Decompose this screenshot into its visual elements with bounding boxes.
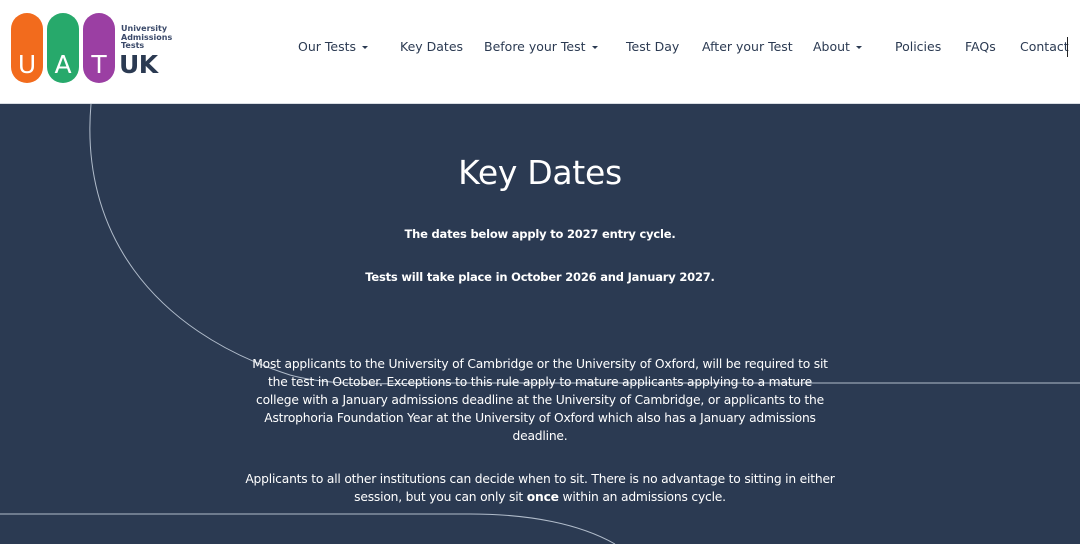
page-title: Key Dates <box>458 153 622 192</box>
text-cursor <box>1067 37 1068 57</box>
curve-arc-left <box>89 103 1080 385</box>
nav-after-your-test-label: After your Test <box>702 39 793 54</box>
paragraph-1-line: the test in October. Exceptions to this … <box>268 375 812 389</box>
paragraph-1-line: deadline. <box>512 429 568 443</box>
paragraph-2-text: within an admissions cycle. <box>558 490 727 504</box>
logo-wordmark-small: University Admissions Tests <box>121 24 172 51</box>
nav-about-label: About <box>813 39 850 54</box>
paragraph-2-line: session, but you can only sit once withi… <box>220 488 860 506</box>
nav-after-your-test[interactable]: After your Test <box>702 38 793 56</box>
paragraph-2-line: Applicants to all other institutions can… <box>245 472 835 486</box>
nav-policies-label: Policies <box>895 39 942 54</box>
paragraph-1-line: Most applicants to the University of Cam… <box>252 357 828 371</box>
nav-faqs[interactable]: FAQs <box>965 38 996 56</box>
logo-country: UK <box>119 50 158 79</box>
paragraph-1-line: college with a January admissions deadli… <box>256 393 824 407</box>
site-header: U A T University Admissions Tests UK Our… <box>0 0 1080 104</box>
applicants-paragraph-1: Most applicants to the University of Cam… <box>240 355 840 445</box>
chevron-down-icon <box>362 46 369 49</box>
nav-about[interactable]: About <box>813 38 862 56</box>
applicants-paragraph-2: Applicants to all other institutions can… <box>220 470 860 506</box>
nav-test-day-label: Test Day <box>626 39 680 54</box>
paragraph-1-line: Astrophoria Foundation Year at the Unive… <box>264 411 816 425</box>
site-logo[interactable]: U A T University Admissions Tests UK <box>11 13 181 85</box>
emphasis-once: once <box>526 490 559 504</box>
nav-our-tests[interactable]: Our Tests <box>298 38 369 56</box>
logo-pill-u: U <box>11 13 43 83</box>
intro-test-months: Tests will take place in October 2026 an… <box>365 270 715 284</box>
nav-key-dates-label: Key Dates <box>400 39 464 54</box>
nav-key-dates[interactable]: Key Dates <box>400 38 463 56</box>
nav-contact-label: Contact <box>1020 39 1069 54</box>
curve-arc-bottom <box>0 513 616 544</box>
logo-letter-a: A <box>54 50 72 79</box>
nav-contact[interactable]: Contact <box>1020 38 1069 56</box>
nav-test-day[interactable]: Test Day <box>626 38 679 56</box>
nav-policies[interactable]: Policies <box>895 38 941 56</box>
nav-our-tests-label: Our Tests <box>298 39 357 54</box>
paragraph-2-text: session, but you can only sit <box>354 490 527 504</box>
logo-pill-t: T <box>83 13 115 83</box>
chevron-down-icon <box>591 46 598 49</box>
logo-pill-a: A <box>47 13 79 83</box>
nav-before-your-test-label: Before your Test <box>484 39 586 54</box>
chevron-down-icon <box>855 46 862 49</box>
nav-faqs-label: FAQs <box>965 39 996 54</box>
intro-entry-cycle: The dates below apply to 2027 entry cycl… <box>404 227 676 241</box>
nav-before-your-test[interactable]: Before your Test <box>484 38 598 56</box>
logo-letter-t: T <box>91 50 107 79</box>
logo-letter-u: U <box>17 50 37 79</box>
